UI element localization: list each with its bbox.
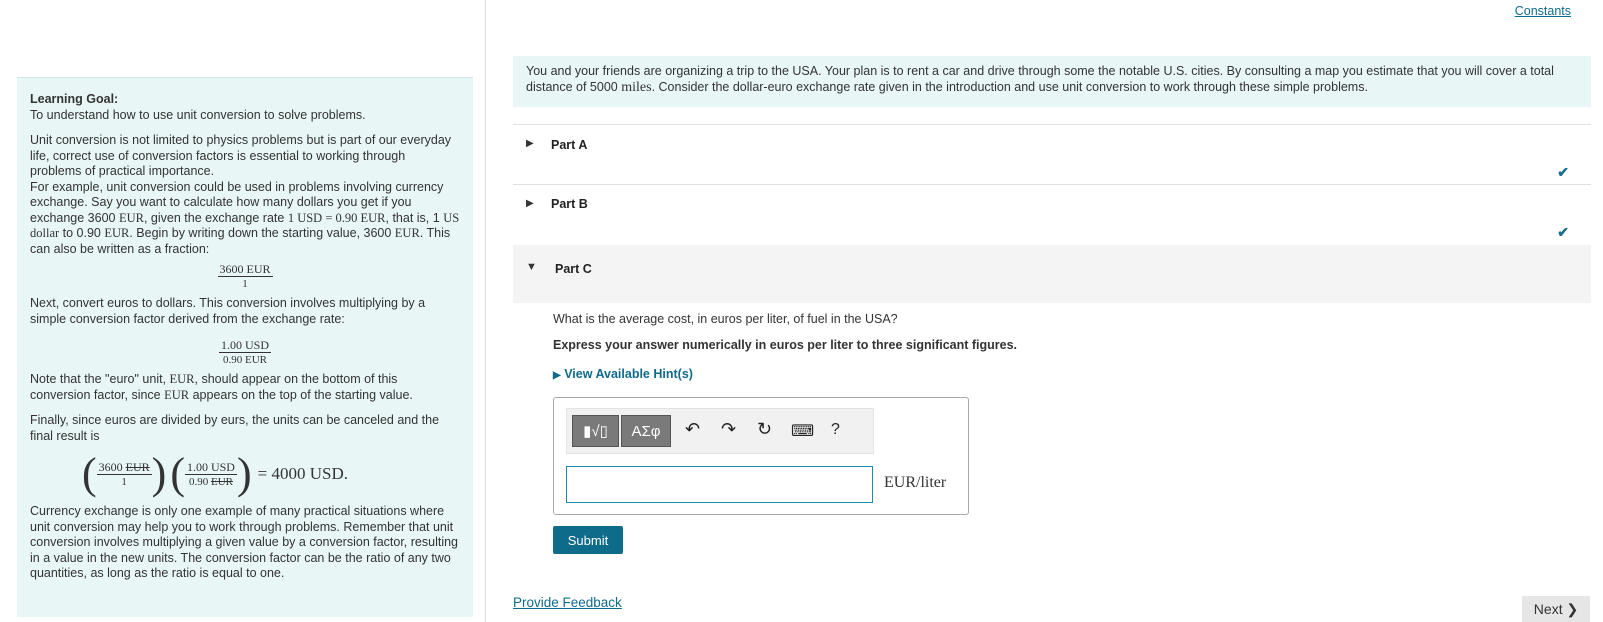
final-equation: ( 3600 EUR 1 ) ( 1.00 USD 0.90 EUR ) = 400… — [82, 449, 348, 498]
question-text: What is the average cost, in euros per l… — [553, 312, 898, 326]
help-button[interactable]: ? — [831, 421, 840, 439]
part-b-label: Part B — [551, 197, 588, 211]
reset-icon[interactable]: ↻ — [757, 419, 772, 440]
submit-button[interactable]: Submit — [553, 526, 623, 554]
expand-arrow-icon: ▶ — [553, 370, 561, 381]
learning-goal-subtitle: To understand how to use unit conversion… — [30, 107, 366, 122]
answer-box: ▮√▯ ΑΣφ ↶ ↷ ↻ ⌨ ? EUR/liter — [553, 397, 969, 515]
goal-paragraph-4: Note that the "euro" unit, EUR, should a… — [30, 372, 413, 402]
templates-button[interactable]: ▮√▯ — [572, 415, 619, 447]
goal-paragraph-1: Unit conversion is not limited to physic… — [30, 133, 452, 178]
next-button[interactable]: Next ❯ — [1522, 596, 1590, 622]
right-panel: Constants You and your friends are organ… — [486, 0, 1603, 622]
goal-paragraph-3: Next, convert euros to dollars. This con… — [30, 296, 426, 326]
fraction-starting-value: 3600 EUR 1 — [217, 262, 273, 290]
undo-icon[interactable]: ↶ — [685, 419, 700, 440]
expand-arrow-icon: ▶ — [526, 198, 534, 209]
goal-paragraph-2: For example, unit conversion could be us… — [30, 179, 460, 256]
goal-paragraph-5: Finally, since euros are divided by eurs… — [30, 413, 440, 443]
learning-goal-title: Learning Goal: — [30, 92, 119, 106]
unit-label: EUR/liter — [884, 474, 947, 491]
math-toolbar: ▮√▯ ΑΣφ ↶ ↷ ↻ ⌨ ? — [566, 408, 874, 454]
constants-link[interactable]: Constants — [1515, 4, 1571, 18]
hint-link[interactable]: ▶ View Available Hint(s) — [553, 367, 693, 381]
part-b-row[interactable]: ▶ Part B ✔ — [513, 184, 1591, 242]
part-a-label: Part A — [551, 138, 588, 152]
left-panel: Learning Goal: To understand how to use … — [0, 0, 486, 622]
redo-icon[interactable]: ↷ — [721, 419, 736, 440]
learning-goal-panel: Learning Goal: To understand how to use … — [17, 77, 473, 617]
part-c-header[interactable]: ▼ Part C — [513, 245, 1591, 303]
keyboard-icon[interactable]: ⌨ — [791, 421, 814, 441]
collapse-arrow-icon: ▼ — [526, 261, 537, 273]
expand-arrow-icon: ▶ — [526, 138, 534, 149]
checkmark-icon: ✔ — [1557, 224, 1569, 240]
instruction-text: Express your answer numerically in euros… — [553, 338, 1018, 352]
greek-symbols-button[interactable]: ΑΣφ — [621, 415, 671, 447]
problem-intro: You and your friends are organizing a tr… — [513, 56, 1591, 107]
provide-feedback-link[interactable]: Provide Feedback — [513, 595, 622, 610]
goal-paragraph-6: Currency exchange is only one example of… — [30, 504, 459, 580]
part-a-row[interactable]: ▶ Part A ✔ — [513, 124, 1591, 182]
checkmark-icon: ✔ — [1557, 164, 1569, 180]
answer-input[interactable] — [566, 466, 873, 503]
fraction-conversion-factor: 1.00 USD 0.90 EUR — [218, 338, 271, 366]
part-c-label: Part C — [555, 262, 592, 276]
